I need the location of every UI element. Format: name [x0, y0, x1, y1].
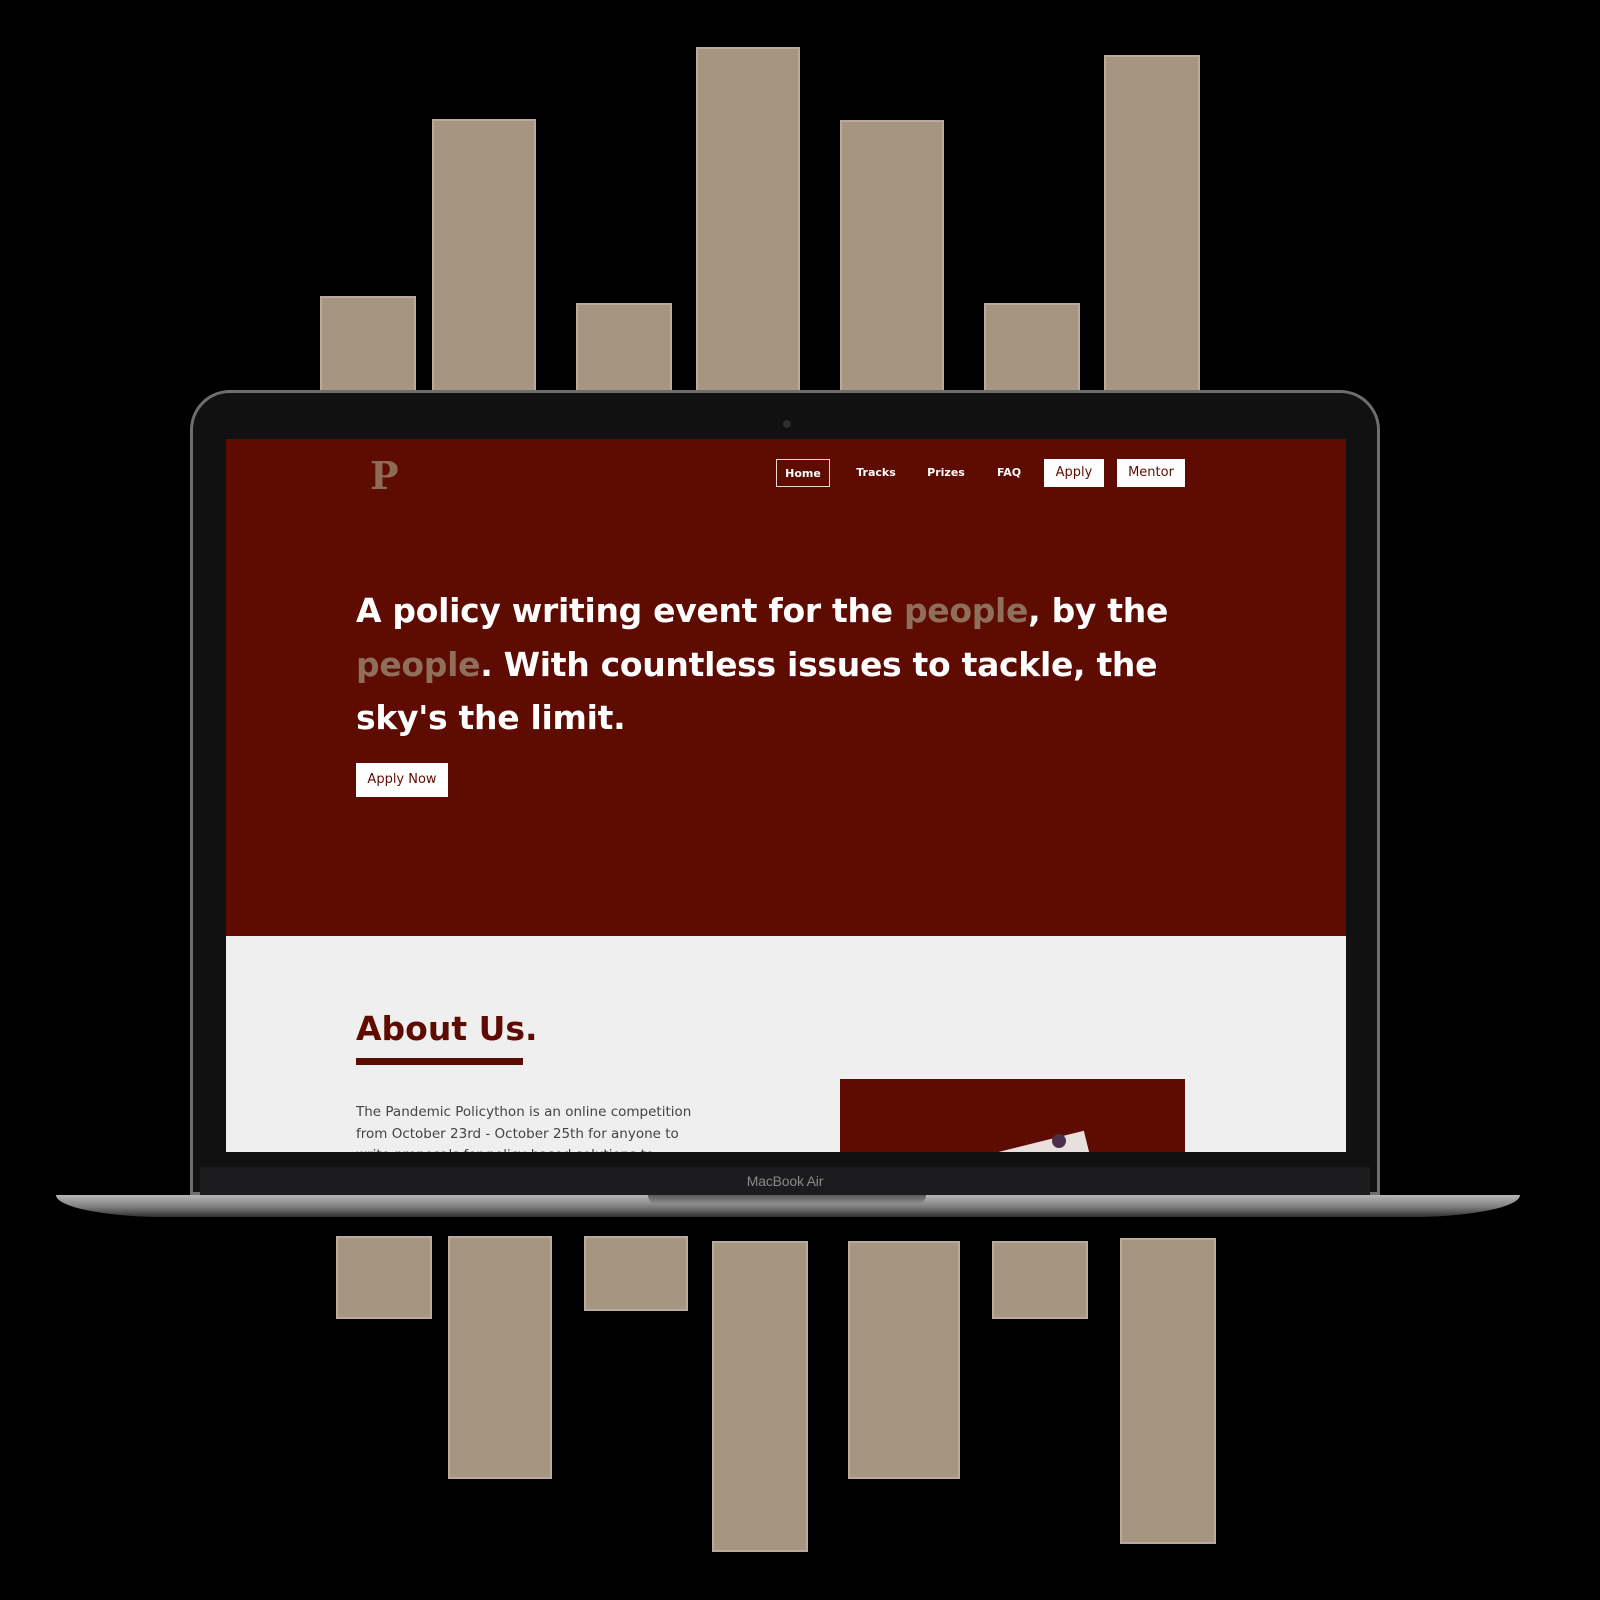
- decorative-bar: [984, 303, 1080, 396]
- apply-now-button[interactable]: Apply Now: [356, 763, 448, 797]
- decorative-bar: [848, 1241, 960, 1479]
- decorative-bar: [696, 47, 800, 396]
- decorative-bar: [448, 1236, 552, 1479]
- about-title-underline: [356, 1058, 523, 1065]
- person-illustration-icon: [1052, 1134, 1066, 1148]
- nav-faq-link[interactable]: FAQ: [986, 459, 1032, 487]
- webcam-icon: [783, 420, 791, 428]
- nav-apply-button[interactable]: Apply: [1044, 459, 1104, 487]
- decorative-bar: [320, 296, 416, 396]
- headline-text: A policy writing event for the: [356, 591, 904, 630]
- nav-home-link[interactable]: Home: [776, 459, 830, 487]
- hero-section: P Home Tracks Prizes FAQ Apply Mentor A …: [226, 439, 1346, 936]
- decorative-bar: [584, 1236, 688, 1311]
- decorative-bar: [712, 1241, 808, 1552]
- nav-mentor-button[interactable]: Mentor: [1117, 459, 1185, 487]
- decorative-bar: [992, 1241, 1088, 1319]
- about-illustration: [840, 1079, 1185, 1152]
- nav-prizes-link[interactable]: Prizes: [916, 459, 976, 487]
- paper-illustration-icon: [996, 1130, 1094, 1152]
- headline-text: , by the: [1028, 591, 1169, 630]
- decorative-bar: [1104, 55, 1200, 396]
- nav-tracks-link[interactable]: Tracks: [846, 459, 906, 487]
- about-title: About Us.: [356, 1009, 538, 1048]
- hero-headline: A policy writing event for the people, b…: [356, 584, 1216, 745]
- decorative-bar: [576, 303, 672, 396]
- decorative-bar: [432, 119, 536, 396]
- decorative-bar: [336, 1236, 432, 1319]
- laptop-hinge-notch: [648, 1195, 926, 1204]
- decorative-bar: [840, 120, 944, 396]
- device-label: MacBook Air: [746, 1173, 824, 1189]
- headline-accent: people: [903, 591, 1029, 630]
- decorative-bar: [1120, 1238, 1216, 1544]
- headline-accent: people: [356, 644, 481, 684]
- laptop-screen: P Home Tracks Prizes FAQ Apply Mentor A …: [226, 439, 1346, 1152]
- site-logo[interactable]: P: [370, 453, 399, 498]
- about-description: The Pandemic Policython is an online com…: [356, 1104, 692, 1152]
